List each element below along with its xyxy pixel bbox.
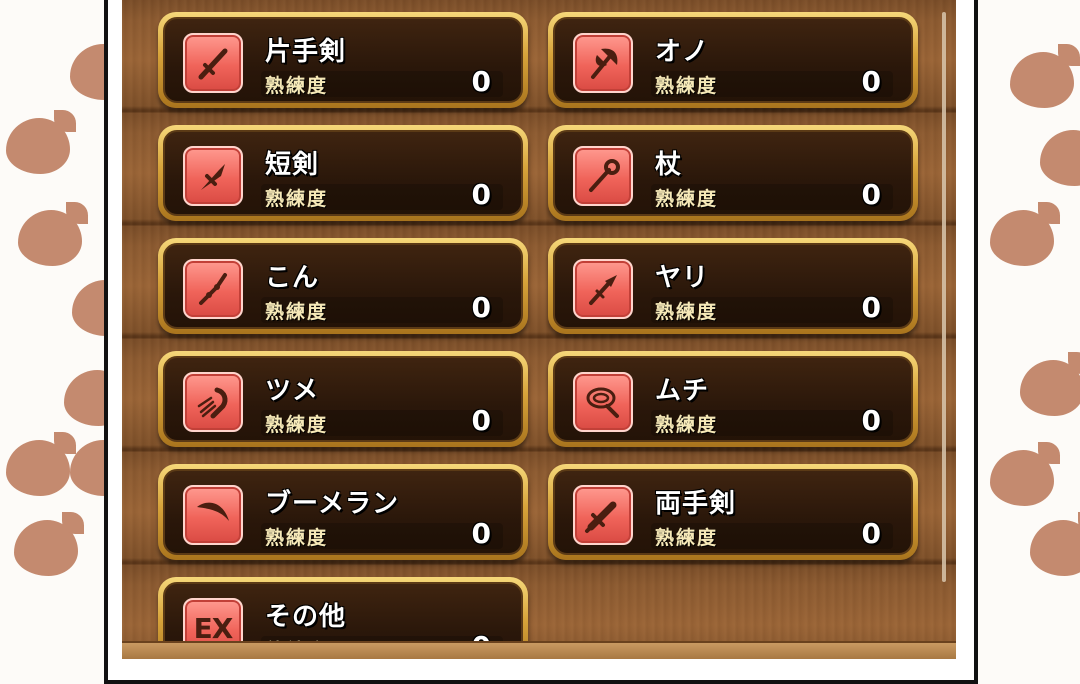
weapon-name: 両手剣 [655,489,737,519]
proficiency-label: 熟練度 [655,414,719,436]
weapon-card-whip[interactable]: ムチ 熟練度 0 [548,351,918,447]
proficiency-value: 0 [861,404,881,437]
sword-icon [183,33,243,93]
proficiency-label: 熟練度 [265,414,329,436]
proficiency-label: 熟練度 [265,188,329,210]
weapon-name: 短剣 [265,150,320,180]
weapon-name: その他 [265,602,347,632]
proficiency-value: 0 [861,517,881,550]
boomerang-icon [183,485,243,545]
scrollbar[interactable] [942,12,946,582]
dagger-icon [183,146,243,206]
bottom-strip [122,641,956,659]
proficiency-label: 熟練度 [655,75,719,97]
weapon-name: 片手剣 [265,37,347,67]
proficiency-value: 0 [471,517,491,550]
weapon-card-club[interactable]: こん 熟練度 0 [158,238,528,334]
weapon-card-dagger[interactable]: 短剣 熟練度 0 [158,125,528,221]
club-icon [183,259,243,319]
proficiency-value: 0 [861,291,881,324]
claw-icon [183,372,243,432]
proficiency-label: 熟練度 [655,527,719,549]
proficiency-value: 0 [471,404,491,437]
weapon-name: ムチ [655,376,710,406]
weapon-name: ブーメラン [265,489,399,519]
proficiency-label: 熟練度 [265,301,329,323]
spear-icon [573,259,633,319]
proficiency-label: 熟練度 [265,75,329,97]
weapon-name: ヤリ [655,263,710,293]
weapon-name: ツメ [265,376,320,406]
proficiency-value: 0 [471,291,491,324]
weapon-proficiency-screen: 片手剣 熟練度 0 オノ 熟練度 0 短剣 熟練度 0 杖 熟練度 0 こん 熟… [122,0,956,659]
weapon-card-sword[interactable]: 片手剣 熟練度 0 [158,12,528,108]
proficiency-label: 熟練度 [265,527,329,549]
weapon-card-spear[interactable]: ヤリ 熟練度 0 [548,238,918,334]
axe-icon [573,33,633,93]
proficiency-value: 0 [861,178,881,211]
proficiency-label: 熟練度 [655,301,719,323]
greatsword-icon [573,485,633,545]
weapon-card-claw[interactable]: ツメ 熟練度 0 [158,351,528,447]
weapon-card-staff[interactable]: 杖 熟練度 0 [548,125,918,221]
proficiency-value: 0 [861,65,881,98]
weapon-card-boomerang[interactable]: ブーメラン 熟練度 0 [158,464,528,560]
ex-icon-text: EX [193,611,234,645]
whip-icon [573,372,633,432]
weapon-card-greatsword[interactable]: 両手剣 熟練度 0 [548,464,918,560]
weapon-name: こん [265,263,320,293]
proficiency-value: 0 [471,178,491,211]
weapon-card-axe[interactable]: オノ 熟練度 0 [548,12,918,108]
staff-icon [573,146,633,206]
weapon-name: オノ [655,37,710,67]
weapon-name: 杖 [655,150,683,180]
proficiency-value: 0 [471,65,491,98]
proficiency-label: 熟練度 [655,188,719,210]
